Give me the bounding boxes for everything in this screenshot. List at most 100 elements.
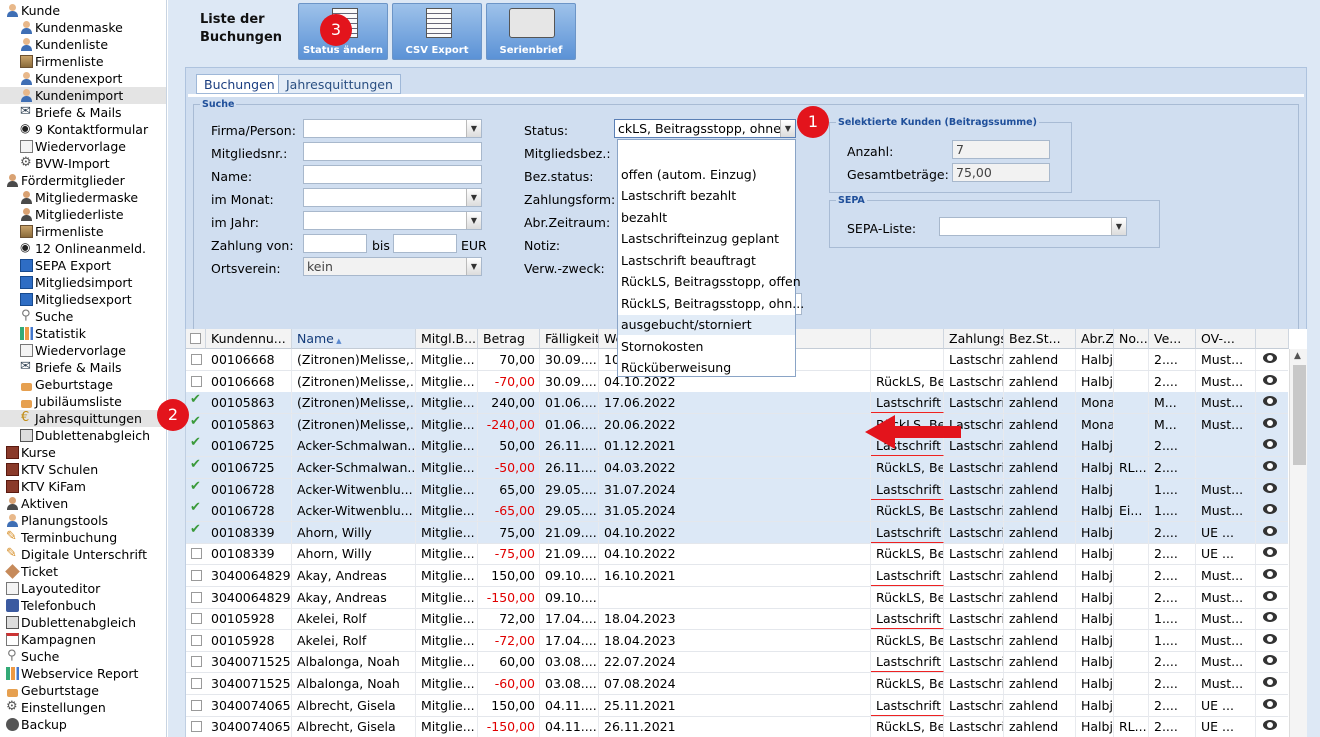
table-row[interactable]: 3040064829 Akay, Andreas Mitglie... 150,00 0… (186, 565, 1288, 587)
column-header[interactable] (186, 329, 206, 349)
sidebar-item[interactable]: KTV Schulen (6, 461, 98, 478)
view-eye-icon[interactable] (1263, 525, 1277, 536)
sidebar-item[interactable]: 9 Kontaktformular (20, 120, 148, 138)
sidebar-item[interactable]: SEPA Export (20, 257, 111, 274)
row-checkbox[interactable] (191, 548, 202, 560)
row-checkbox[interactable] (190, 479, 202, 495)
row-checkbox[interactable] (190, 392, 202, 408)
ortsverein-select[interactable]: kein ▼ (303, 257, 482, 276)
status-option[interactable]: ausgebucht/storniert (618, 315, 795, 335)
view-eye-icon[interactable] (1263, 461, 1277, 471)
status-option[interactable]: RückLS, Beitragsstopp, ohn... (621, 294, 804, 314)
mitgliedsnr-input[interactable] (303, 142, 482, 161)
sidebar-item[interactable]: Kundenexport (20, 70, 122, 87)
row-checkbox[interactable] (191, 678, 202, 689)
row-checkbox[interactable] (190, 457, 202, 473)
column-header[interactable]: Bez.St... (1004, 329, 1076, 349)
sidebar-item[interactable]: Backup (6, 716, 67, 733)
status-option[interactable]: Rücküberweisung (621, 358, 731, 378)
scroll-thumb[interactable] (1293, 365, 1306, 465)
sidebar-item[interactable]: Telefonbuch (6, 597, 96, 614)
sidebar-item[interactable]: Layouteditor (6, 580, 100, 597)
status-option[interactable]: Stornokosten (621, 337, 703, 357)
table-row[interactable]: 00105863 (Zitronen)Melisse,... Mitglie... 2… (186, 392, 1288, 415)
month-select[interactable]: ▼ (303, 188, 482, 207)
firma-person-select[interactable]: ▼ (303, 119, 482, 138)
view-eye-icon[interactable] (1263, 655, 1277, 666)
view-eye-icon[interactable] (1263, 698, 1277, 709)
sidebar-item[interactable]: 12 Onlineanmeld. (20, 239, 146, 257)
sidebar-item[interactable]: Briefe & Mails (20, 103, 122, 121)
sidebar-item[interactable]: Kunde (6, 2, 60, 19)
status-option[interactable]: Lastschrift beauftragt (621, 251, 756, 271)
select-all-checkbox[interactable] (190, 333, 201, 344)
sidebar-item[interactable]: Kurse (6, 444, 56, 461)
view-eye-icon[interactable] (1263, 482, 1277, 493)
column-header[interactable] (1256, 329, 1289, 349)
sidebar-item[interactable]: Jubiläumsliste (20, 393, 122, 410)
table-row[interactable]: 00105863 (Zitronen)Melisse,... Mitglie...-… (186, 413, 1288, 436)
status-option[interactable]: RückLS, Beitragsstopp, offen (621, 272, 801, 292)
row-checkbox[interactable] (190, 414, 202, 430)
csv-export-button[interactable]: CSV Export (392, 3, 482, 60)
view-eye-icon[interactable] (1263, 569, 1277, 579)
sidebar-item[interactable]: Fördermitglieder (6, 172, 125, 189)
row-checkbox[interactable] (191, 699, 202, 711)
status-option[interactable]: bezahlt (621, 208, 667, 228)
row-checkbox[interactable] (190, 522, 202, 538)
row-checkbox[interactable] (190, 435, 202, 451)
table-row[interactable]: 3040071525 Albalonga, Noah Mitglie... 60,00… (186, 651, 1288, 674)
table-row[interactable]: 3040071525 Albalonga, Noah Mitglie... -60,0… (186, 673, 1288, 695)
table-row[interactable]: 00108339 Ahorn, Willy Mitglie... -75,00 21.0… (186, 543, 1288, 566)
sidebar-item[interactable]: KTV KiFam (6, 478, 86, 495)
column-header[interactable]: Abr.Zeitr... (1076, 329, 1114, 349)
column-header[interactable]: Fälligkeit (540, 329, 599, 349)
sidebar-item[interactable]: Kampagnen (6, 631, 96, 648)
column-header[interactable]: No... (1114, 329, 1149, 349)
status-option[interactable]: offen (autom. Einzug) (621, 165, 757, 185)
tab-jahresquittungen[interactable]: Jahresquittungen (278, 74, 401, 94)
column-header[interactable]: Kundennu... (206, 329, 292, 349)
status-option[interactable]: Lastschrift bezahlt (621, 186, 736, 206)
table-row[interactable]: 00106728 Acker-Witwenblu... Mitglie... -65,… (186, 500, 1288, 523)
status-dropdown-list[interactable]: offen (autom. Einzug) Lastschrift bezahlt… (617, 139, 804, 378)
view-eye-icon[interactable] (1263, 417, 1277, 428)
sidebar-item[interactable]: Ticket (5, 563, 58, 580)
table-row[interactable]: 00106725 Acker-Schmalwan... Mitglie... -50,… (186, 457, 1288, 479)
sidebar-item[interactable]: Digitale Unterschrift (6, 545, 147, 563)
table-row[interactable]: 00106725 Acker-Schmalwan... Mitglie... 50,0… (186, 435, 1288, 458)
row-checkbox[interactable] (191, 375, 202, 387)
column-header[interactable]: Zahlungs... (944, 329, 1004, 349)
scroll-up-icon[interactable]: ▲ (1294, 351, 1301, 361)
sidebar-item[interactable]: Mitgliedermaske (20, 189, 138, 206)
name-input[interactable] (303, 165, 482, 184)
table-row[interactable]: 3040074065 Albrecht, Gisela Mitglie... -150… (186, 716, 1288, 737)
sidebar-item[interactable]: Terminbuchung (6, 528, 117, 546)
column-header[interactable]: Betrag (478, 329, 540, 349)
sidebar-item[interactable]: Mitgliedsimport (20, 274, 132, 291)
sidebar-item[interactable]: Firmenliste (20, 223, 104, 240)
view-eye-icon[interactable] (1263, 612, 1277, 623)
sidebar-item[interactable]: Aktiven (6, 495, 68, 512)
view-eye-icon[interactable] (1263, 353, 1277, 363)
column-header[interactable]: OV-... (1196, 329, 1256, 349)
sidebar-item[interactable]: Geburtstage (20, 376, 113, 393)
status-option[interactable]: Lastschrifteinzug geplant (621, 229, 779, 249)
sidebar-item[interactable]: Jahresquittungen (0, 409, 166, 427)
view-eye-icon[interactable] (1263, 590, 1277, 601)
year-select[interactable]: ▼ (303, 211, 482, 230)
payment-from-input[interactable] (303, 234, 367, 253)
row-checkbox[interactable] (191, 591, 202, 603)
view-eye-icon[interactable] (1263, 396, 1277, 407)
sidebar-item[interactable]: Kundenmaske (20, 19, 123, 36)
table-row[interactable]: 00105928 Akelei, Rolf Mitglie... -72,00 17.0… (186, 629, 1288, 652)
column-header[interactable]: Name ▲ (292, 329, 416, 349)
table-row[interactable]: 00108339 Ahorn, Willy Mitglie... 75,00 21.09… (186, 521, 1288, 544)
view-eye-icon[interactable] (1263, 374, 1277, 385)
sidebar-item[interactable]: Firmenliste (20, 53, 104, 70)
sepa-list-select[interactable]: ▼ (939, 217, 1127, 236)
row-checkbox[interactable] (190, 500, 202, 516)
sidebar-item[interactable]: Geburtstage (6, 682, 99, 699)
sidebar-item[interactable]: Statistik (20, 325, 86, 342)
sidebar-item[interactable]: Suche (6, 647, 59, 665)
